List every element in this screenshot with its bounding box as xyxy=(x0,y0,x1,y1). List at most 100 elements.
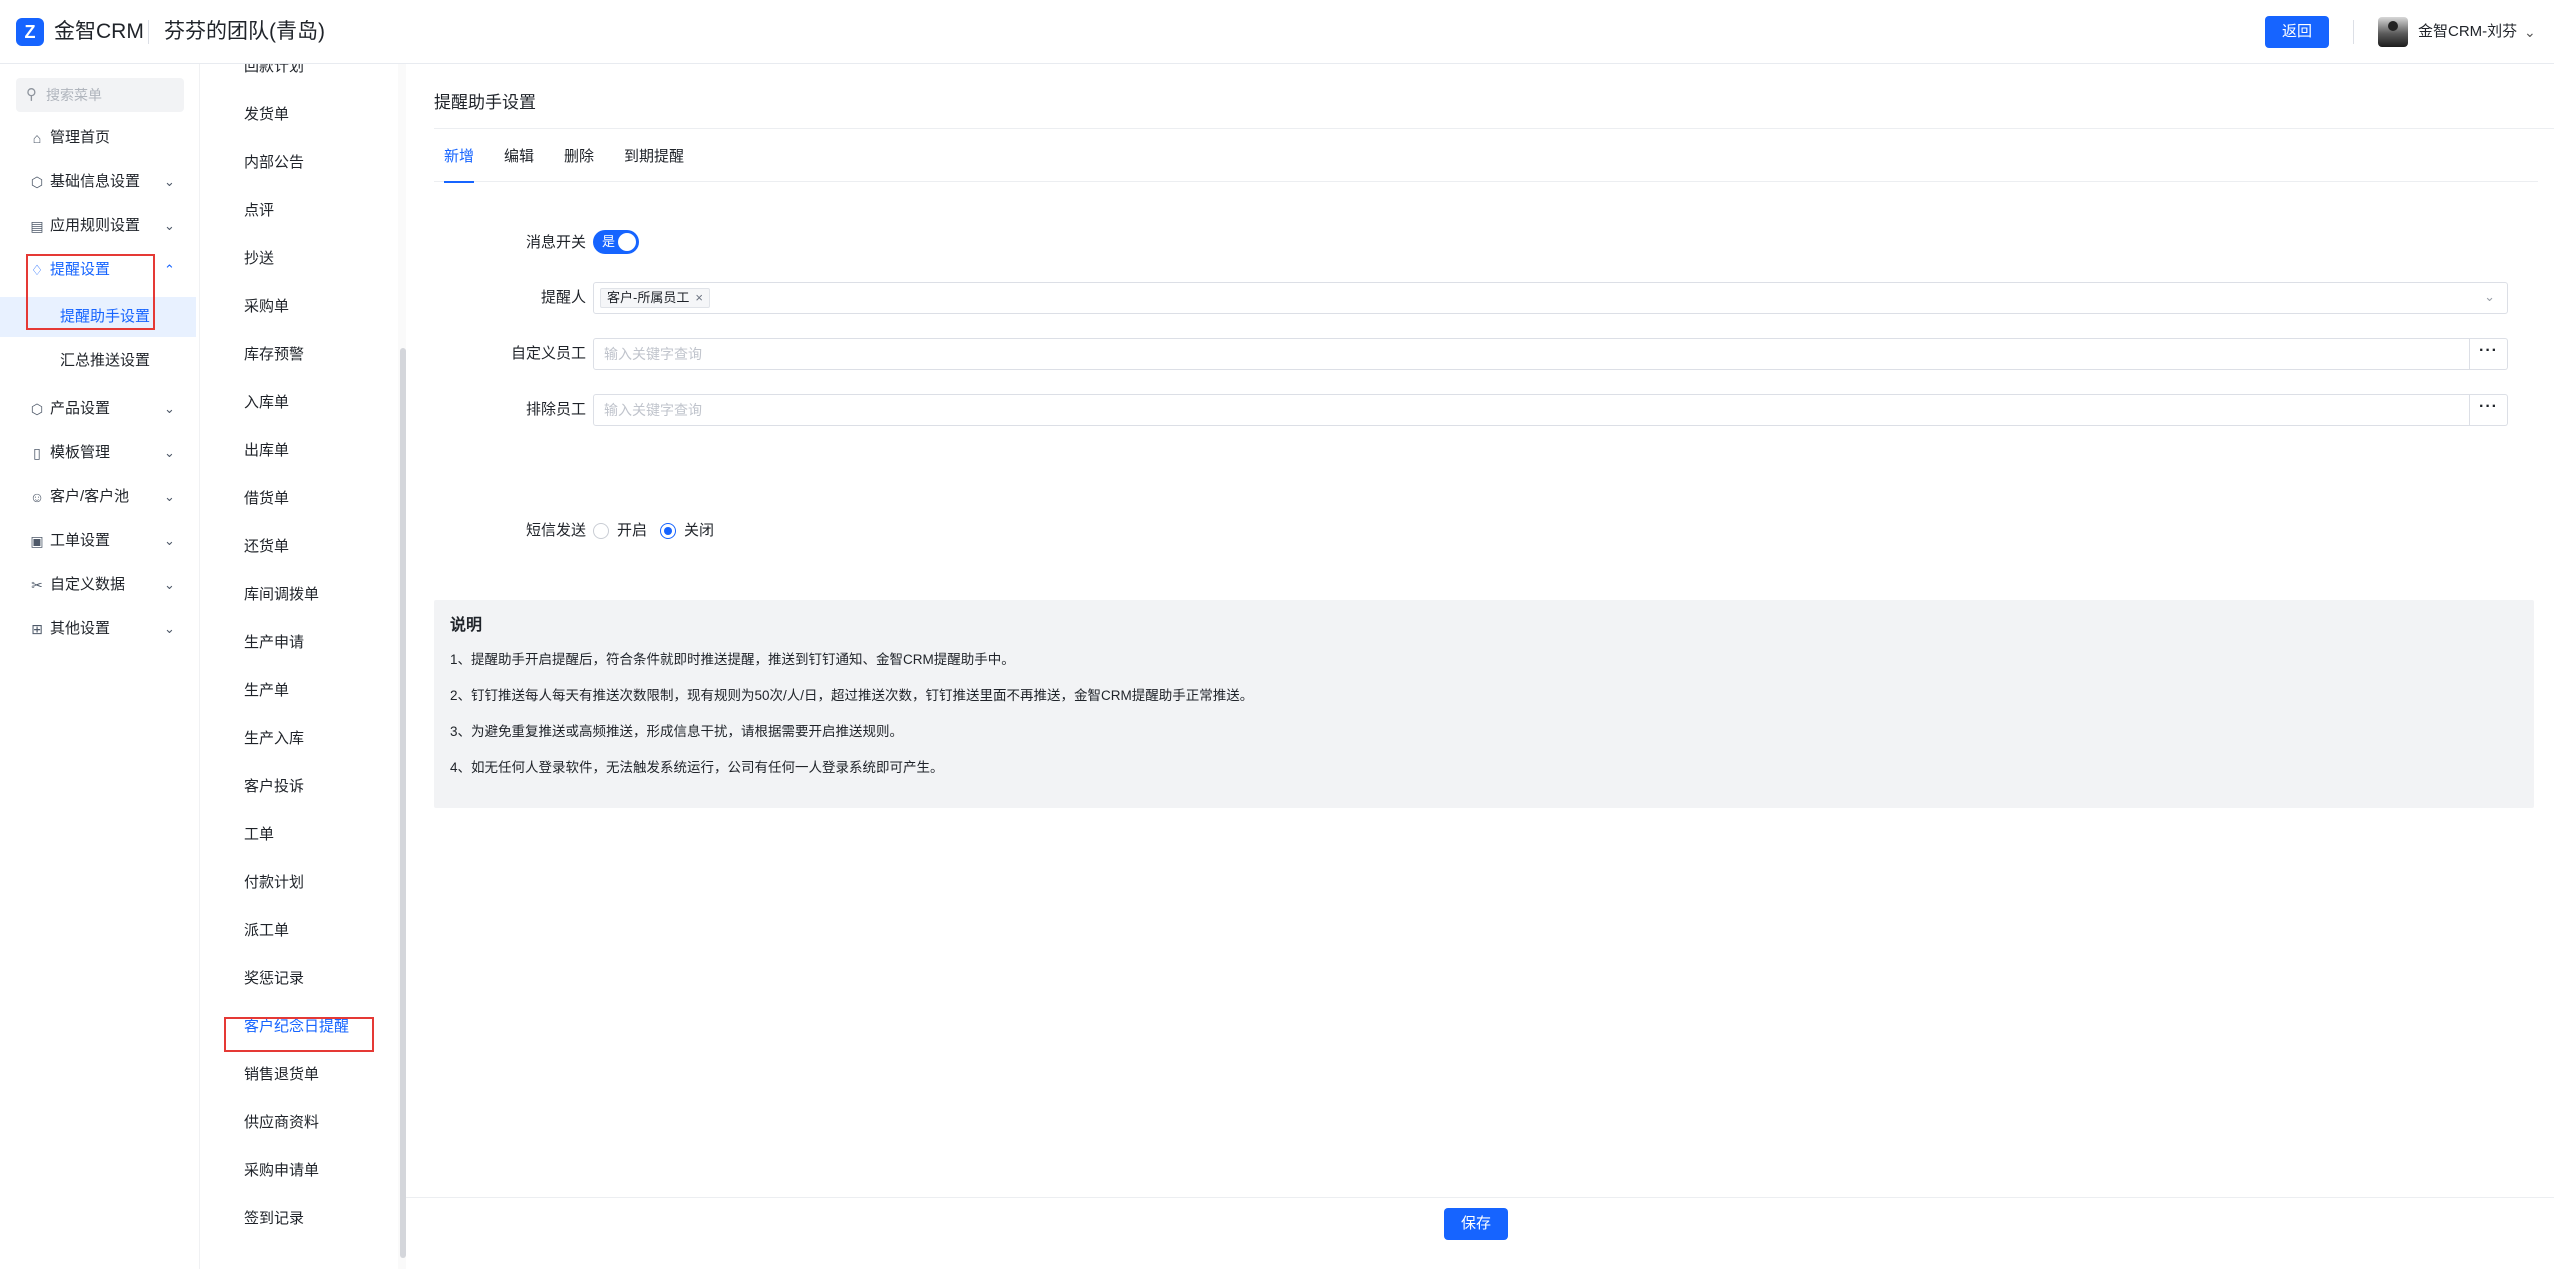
list-item-label: 签到记录 xyxy=(244,1210,305,1227)
sidebar-item-templates[interactable]: ▯ 模板管理 ⌄ xyxy=(0,433,200,473)
sidebar-subitem-summary-push[interactable]: 汇总推送设置 xyxy=(0,341,196,381)
radio-icon xyxy=(593,523,609,539)
list-item[interactable]: 奖惩记录 xyxy=(200,955,390,1003)
list-item[interactable]: 供应商资料 xyxy=(200,1099,390,1147)
sidebar-item-basic-info[interactable]: ⬡ 基础信息设置 ⌄ xyxy=(0,162,200,202)
instruction-line: 2、钉钉推送每人每天有推送次数限制，现有规则为50次/人/日，超过推送次数，钉钉… xyxy=(450,688,1254,703)
sidebar-item-home[interactable]: ⌂ 管理首页 xyxy=(0,118,200,158)
cube-icon: ⬡ xyxy=(30,174,44,190)
sidebar-item-app-rules[interactable]: ▤ 应用规则设置 ⌄ xyxy=(0,206,200,246)
list-item[interactable]: 抄送 xyxy=(200,235,390,283)
save-button[interactable]: 保存 xyxy=(1444,1208,1508,1240)
list-item[interactable]: 生产入库 xyxy=(200,715,390,763)
list-item[interactable]: 库间调拨单 xyxy=(200,571,390,619)
list-item[interactable]: 点评 xyxy=(200,187,390,235)
sidebar-item-label: 管理首页 xyxy=(50,129,111,146)
list-item[interactable]: 发货单 xyxy=(200,91,390,139)
bell-icon: ♢ xyxy=(30,262,44,278)
tab-add[interactable]: 新增 xyxy=(444,140,475,183)
message-switch[interactable]: 是 xyxy=(593,230,639,254)
tab-delete[interactable]: 删除 xyxy=(564,140,594,182)
chevron-down-icon[interactable]: ⌄ xyxy=(2524,22,2536,42)
switch-label: 消息开关 xyxy=(525,234,586,251)
list-item[interactable]: 销售退货单 xyxy=(200,1051,390,1099)
list-item-label: 点评 xyxy=(244,202,275,219)
sidebar-subitem-reminder-assistant[interactable]: 提醒助手设置 xyxy=(0,297,196,337)
sidebar-item-label: 产品设置 xyxy=(50,400,111,417)
list-item-label: 库间调拨单 xyxy=(244,586,320,603)
sidebar-item-label: 客户/客户池 xyxy=(50,488,130,505)
list-item[interactable]: 工单 xyxy=(200,811,390,859)
list-item[interactable]: 出库单 xyxy=(200,427,390,475)
app-name[interactable]: 金智CRM xyxy=(54,18,144,46)
ticket-icon: ▣ xyxy=(30,533,44,549)
list-item[interactable]: 付款计划 xyxy=(200,859,390,907)
sidebar-item-reminder-settings[interactable]: ♢ 提醒设置 ⌃ xyxy=(0,250,200,290)
list-item-label: 借货单 xyxy=(244,490,290,507)
document-icon: ▤ xyxy=(30,218,44,234)
user-name[interactable]: 金智CRM-刘芬 xyxy=(2418,22,2517,42)
reminder-select[interactable]: 客户-所属员工 × ⌄ xyxy=(593,282,2508,314)
list-item[interactable]: 采购单 xyxy=(200,283,390,331)
switch-knob xyxy=(618,233,636,251)
list-item[interactable]: 内部公告 xyxy=(200,139,390,187)
list-item[interactable]: 库存预警 xyxy=(200,331,390,379)
tag-label: 客户-所属员工 xyxy=(607,290,690,305)
list-item-label: 付款计划 xyxy=(244,874,305,891)
avatar[interactable] xyxy=(2378,17,2408,47)
custom-staff-input[interactable] xyxy=(604,344,2404,364)
sidebar-item-product[interactable]: ⬡ 产品设置 ⌄ xyxy=(0,389,200,429)
sidebar-item-label: 提醒助手设置 xyxy=(60,308,151,325)
sidebar-item-other[interactable]: ⊞ 其他设置 ⌄ xyxy=(0,609,200,649)
exclude-staff-field[interactable] xyxy=(593,394,2470,426)
list-item[interactable]: 入库单 xyxy=(200,379,390,427)
list-item[interactable]: 签到记录 xyxy=(200,1195,390,1243)
list-item-label: 内部公告 xyxy=(244,154,305,171)
tab-expiry-reminder[interactable]: 到期提醒 xyxy=(624,140,684,182)
custom-staff-more-button[interactable]: ··· xyxy=(2470,338,2508,370)
list-item[interactable]: 采购申请单 xyxy=(200,1147,390,1195)
custom-staff-field[interactable] xyxy=(593,338,2470,370)
list-item-label: 客户纪念日提醒 xyxy=(244,1018,350,1035)
search-icon: ⚲ xyxy=(26,86,37,103)
exclude-staff-more-button[interactable]: ··· xyxy=(2470,394,2508,426)
instructions-panel: 说明 1、提醒助手开启提醒后，符合条件就即时推送提醒，推送到钉钉通知、金智CRM… xyxy=(434,600,2534,808)
home-icon: ⌂ xyxy=(32,130,42,146)
back-button[interactable]: 返回 xyxy=(2265,16,2329,48)
list-item-label: 出库单 xyxy=(244,442,290,459)
list-item[interactable]: 还货单 xyxy=(200,523,390,571)
app-logo-icon[interactable]: Z xyxy=(16,18,44,46)
chevron-down-icon: ⌄ xyxy=(164,577,175,592)
close-icon[interactable]: × xyxy=(695,290,703,305)
chevron-down-icon: ⌄ xyxy=(164,489,175,504)
footer-divider xyxy=(406,1197,2554,1198)
radio-label: 开启 xyxy=(617,522,648,539)
list-item-label: 工单 xyxy=(244,826,275,843)
sidebar-item-tickets[interactable]: ▣ 工单设置 ⌄ xyxy=(0,521,200,561)
sidebar: ⚲ ⌂ 管理首页 ⬡ 基础信息设置 ⌄ ▤ 应用规则设置 ⌄ ♢ 提醒设置 ⌃ … xyxy=(0,64,200,1269)
list-item-label: 采购申请单 xyxy=(244,1162,320,1179)
module-list: 回款计划 发货单 内部公告 点评 抄送 采购单 库存预警 入库单 出库单 借货单… xyxy=(200,64,406,1269)
list-item-label: 派工单 xyxy=(244,922,290,939)
sidebar-item-customers[interactable]: ☺ 客户/客户池 ⌄ xyxy=(0,477,200,517)
sidebar-item-custom-data[interactable]: ✂ 自定义数据 ⌄ xyxy=(0,565,200,605)
list-item[interactable]: 借货单 xyxy=(200,475,390,523)
team-name: 芬芬的团队(青岛) xyxy=(164,20,325,43)
list-item-label: 库存预警 xyxy=(244,346,305,363)
menu-search-input[interactable] xyxy=(46,84,176,106)
list-item[interactable]: 回款计划 xyxy=(200,64,390,91)
menu-search[interactable]: ⚲ xyxy=(16,78,184,112)
list-item[interactable]: 生产申请 xyxy=(200,619,390,667)
list-item[interactable]: 生产单 xyxy=(200,667,390,715)
list-item[interactable]: 客户投诉 xyxy=(200,763,390,811)
list-item-label: 客户投诉 xyxy=(244,778,305,795)
list-item-label: 奖惩记录 xyxy=(244,970,305,987)
header-divider xyxy=(148,20,149,44)
exclude-staff-input[interactable] xyxy=(604,400,2404,420)
tab-edit[interactable]: 编辑 xyxy=(504,140,534,182)
list-item-active[interactable]: 客户纪念日提醒 xyxy=(200,1003,390,1051)
list-item-label: 生产申请 xyxy=(244,634,305,651)
list-item[interactable]: 派工单 xyxy=(200,907,390,955)
list-item-label: 还货单 xyxy=(244,538,290,555)
template-icon: ▯ xyxy=(33,445,41,461)
